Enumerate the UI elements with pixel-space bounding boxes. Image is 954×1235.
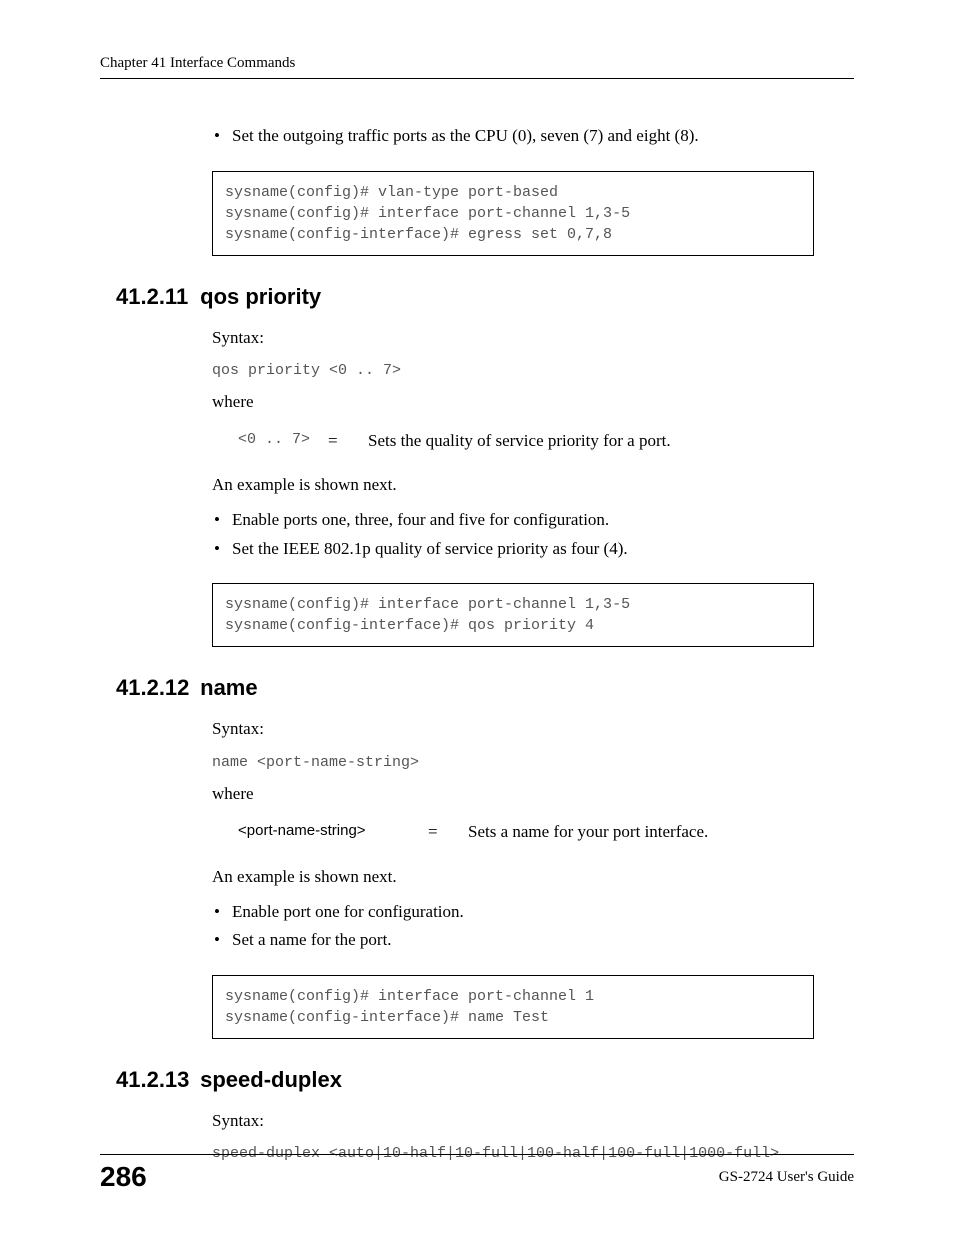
- syntax-label-name: Syntax:: [212, 717, 814, 742]
- param-name-qos: <0 .. 7>: [238, 429, 328, 451]
- where-label-qos: where: [212, 390, 814, 415]
- example-label-name: An example is shown next.: [212, 865, 814, 890]
- intro-bullets: Set the outgoing traffic ports as the CP…: [212, 124, 814, 149]
- syntax-label-qos: Syntax:: [212, 326, 814, 351]
- bullet-qos-1: Enable ports one, three, four and five f…: [212, 508, 814, 533]
- page-number: 286: [100, 1161, 147, 1193]
- code-box-qos: sysname(config)# interface port-channel …: [212, 583, 814, 647]
- section-title-speed: 41.2.13 speed-duplex: [116, 1067, 854, 1093]
- example-label-qos: An example is shown next.: [212, 473, 814, 498]
- bullets-name: Enable port one for configuration. Set a…: [212, 900, 814, 953]
- section-heading-speed: speed-duplex: [200, 1067, 342, 1092]
- syntax-label-speed: Syntax:: [212, 1109, 814, 1134]
- section-number-speed: 41.2.13: [116, 1067, 194, 1093]
- param-desc-name: Sets a name for your port interface.: [468, 820, 708, 845]
- param-row-name: <port-name-string> = Sets a name for you…: [238, 820, 814, 845]
- syntax-code-name: name <port-name-string>: [212, 752, 814, 774]
- param-eq-qos: =: [328, 429, 368, 454]
- section-heading-qos: qos priority: [200, 284, 321, 309]
- section-heading-name: name: [200, 675, 257, 700]
- page-header: Chapter 41 Interface Commands: [100, 55, 854, 79]
- page-footer: 286 GS-2724 User's Guide: [100, 1154, 854, 1193]
- bullet-name-2: Set a name for the port.: [212, 928, 814, 953]
- code-box-egress: sysname(config)# vlan-type port-based sy…: [212, 171, 814, 256]
- bullets-qos: Enable ports one, three, four and five f…: [212, 508, 814, 561]
- section-title-name: 41.2.12 name: [116, 675, 854, 701]
- syntax-code-qos: qos priority <0 .. 7>: [212, 360, 814, 382]
- guide-name: GS-2724 User's Guide: [719, 1169, 854, 1186]
- code-box-name: sysname(config)# interface port-channel …: [212, 975, 814, 1039]
- param-name-name: <port-name-string>: [238, 820, 428, 842]
- bullet-name-1: Enable port one for configuration.: [212, 900, 814, 925]
- section-number-name: 41.2.12: [116, 675, 194, 701]
- param-eq-name: =: [428, 820, 468, 845]
- section-title-qos: 41.2.11 qos priority: [116, 284, 854, 310]
- param-desc-qos: Sets the quality of service priority for…: [368, 429, 671, 454]
- intro-bullet-1: Set the outgoing traffic ports as the CP…: [212, 124, 814, 149]
- param-row-qos: <0 .. 7> = Sets the quality of service p…: [238, 429, 814, 454]
- section-number-qos: 41.2.11: [116, 284, 194, 310]
- where-label-name: where: [212, 782, 814, 807]
- bullet-qos-2: Set the IEEE 802.1p quality of service p…: [212, 537, 814, 562]
